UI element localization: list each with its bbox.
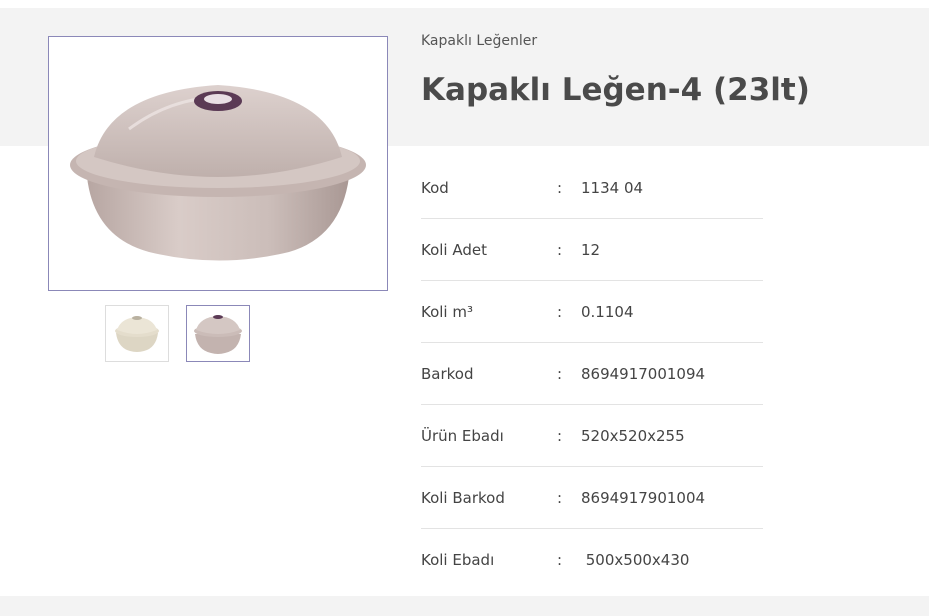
spec-separator: :	[557, 365, 563, 383]
spec-label: Ürün Ebadı	[421, 427, 504, 445]
spec-separator: :	[557, 179, 563, 197]
spec-label: Kod	[421, 179, 449, 197]
spec-value: 500x500x430	[581, 551, 690, 569]
spec-value: 520x520x255	[581, 427, 685, 445]
footer-band	[0, 596, 929, 616]
breadcrumb-category-link[interactable]: Kapaklı Leğenler	[421, 33, 537, 49]
top-strip	[0, 0, 929, 8]
spec-label: Koli m³	[421, 303, 473, 321]
spec-separator: :	[557, 489, 563, 507]
product-thumbnail-cream[interactable]	[105, 305, 169, 362]
spec-separator: :	[557, 241, 563, 259]
spec-label: Koli Ebadı	[421, 551, 495, 569]
spec-row-koli-m3: Koli m³ : 0.1104	[421, 281, 763, 343]
spec-separator: :	[557, 427, 563, 445]
bowl-with-lid-icon	[70, 85, 366, 261]
spec-label: Barkod	[421, 365, 474, 383]
spec-value: 1134 04	[581, 179, 644, 197]
spec-row-koli-barkod: Koli Barkod : 8694917901004	[421, 467, 763, 529]
spec-value: 8694917001094	[581, 365, 706, 383]
spec-label: Koli Adet	[421, 241, 487, 259]
spec-label: Koli Barkod	[421, 489, 505, 507]
spec-value: 0.1104	[581, 303, 634, 321]
spec-row-koli-ebadi: Koli Ebadı : 500x500x430	[421, 529, 763, 590]
product-title: Kapaklı Leğen-4 (23lt)	[421, 72, 810, 108]
bowl-mauve-icon	[194, 315, 242, 354]
spec-row-kod: Kod : 1134 04	[421, 157, 763, 219]
spec-value: 12	[581, 241, 601, 259]
product-main-image[interactable]	[48, 36, 388, 291]
spec-row-koli-adet: Koli Adet : 12	[421, 219, 763, 281]
bowl-cream-icon	[115, 316, 159, 352]
product-thumbnail-mauve[interactable]	[186, 305, 250, 362]
product-spec-table: Kod : 1134 04 Koli Adet : 12 Koli m³ : 0…	[421, 157, 763, 590]
spec-separator: :	[557, 551, 563, 569]
spec-row-barkod: Barkod : 8694917001094	[421, 343, 763, 405]
spec-separator: :	[557, 303, 563, 321]
spec-value: 8694917901004	[581, 489, 706, 507]
spec-row-urun-ebadi: Ürün Ebadı : 520x520x255	[421, 405, 763, 467]
